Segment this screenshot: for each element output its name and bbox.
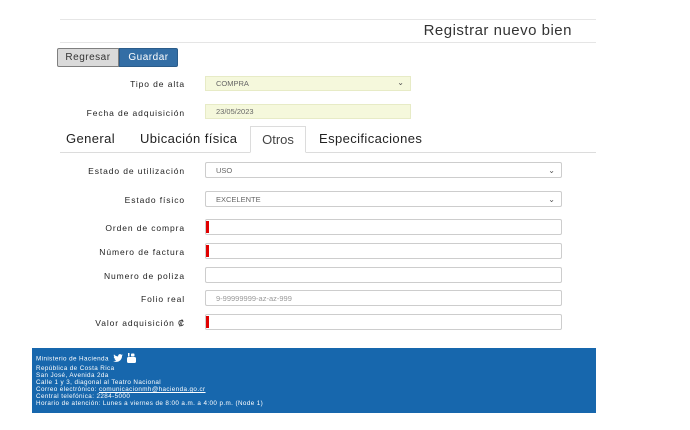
- numero-factura-label: Número de factura: [99, 247, 185, 257]
- footer-email-link[interactable]: comunicacionmh@hacienda.go.cr: [99, 386, 206, 393]
- footer-email-prefix: Correo electrónico:: [36, 386, 97, 393]
- folio-real-label: Folio real: [141, 294, 185, 304]
- numero-poliza-input[interactable]: [205, 267, 562, 283]
- footer-phone: Central telefónica: 2284-5000: [36, 393, 131, 400]
- orden-compra-label: Orden de compra: [105, 223, 185, 233]
- estado-fisico-label: Estado físico: [124, 195, 185, 205]
- estado-fisico-value: EXCELENTE: [216, 194, 261, 204]
- footer-address-2: Calle 1 y 3, diagonal al Teatro Nacional: [36, 379, 162, 386]
- twitter-icon[interactable]: [113, 354, 124, 364]
- tipo-alta-value: COMPRA: [216, 79, 249, 88]
- required-marker: [206, 245, 209, 257]
- page-title: Registrar nuevo bien: [423, 22, 572, 39]
- tipo-alta-select[interactable]: COMPRA ⌄: [205, 76, 411, 91]
- youtube-icon[interactable]: [127, 353, 137, 365]
- footer-address-1: San José, Avenida 2da: [36, 372, 109, 379]
- fecha-adquisicion-label: Fecha de adquisición: [86, 108, 185, 118]
- numero-factura-input[interactable]: [205, 243, 562, 259]
- fecha-adquisicion-input[interactable]: 23/05/2023: [205, 104, 411, 119]
- required-marker: [206, 316, 209, 328]
- estado-utilizacion-label: Estado de utilización: [88, 166, 185, 176]
- chevron-down-icon: ⌄: [548, 166, 555, 175]
- footer-org-name: Ministerio de Hacienda: [36, 355, 109, 363]
- chevron-down-icon: ⌄: [548, 195, 555, 204]
- footer: Ministerio de Hacienda República de Cost…: [32, 348, 596, 413]
- back-button[interactable]: Regresar: [57, 48, 119, 67]
- required-marker: [206, 221, 209, 233]
- tab-especificaciones[interactable]: Especificaciones: [319, 131, 422, 146]
- footer-country: República de Costa Rica: [36, 365, 115, 372]
- footer-hours: Horario de atención: Lunes a viernes de …: [36, 400, 264, 407]
- chevron-down-icon: ⌄: [397, 78, 404, 87]
- top-divider: [60, 19, 596, 20]
- tab-ubicacion-fisica[interactable]: Ubicación física: [140, 131, 237, 146]
- estado-fisico-select[interactable]: EXCELENTE ⌄: [205, 191, 562, 207]
- tabs-divider: [60, 152, 596, 153]
- header-divider: [60, 42, 596, 43]
- estado-utilizacion-value: USO: [216, 165, 233, 175]
- save-button[interactable]: Guardar: [119, 48, 178, 67]
- orden-compra-input[interactable]: [205, 219, 562, 235]
- tipo-alta-label: Tipo de alta: [130, 79, 185, 89]
- folio-real-placeholder: 9-99999999-az-az-999: [216, 293, 292, 303]
- folio-real-input[interactable]: 9-99999999-az-az-999: [205, 290, 562, 306]
- estado-utilizacion-select[interactable]: USO ⌄: [205, 162, 562, 178]
- valor-adquisicion-label: Valor adquisición ₡: [95, 318, 185, 328]
- tab-general[interactable]: General: [66, 131, 115, 146]
- footer-email: Correo electrónico: comunicacionmh@hacie…: [36, 386, 596, 393]
- numero-poliza-label: Numero de poliza: [103, 271, 185, 281]
- tab-otros[interactable]: Otros: [250, 126, 306, 153]
- fecha-adquisicion-value: 23/05/2023: [216, 107, 254, 116]
- valor-adquisicion-input[interactable]: [205, 314, 562, 330]
